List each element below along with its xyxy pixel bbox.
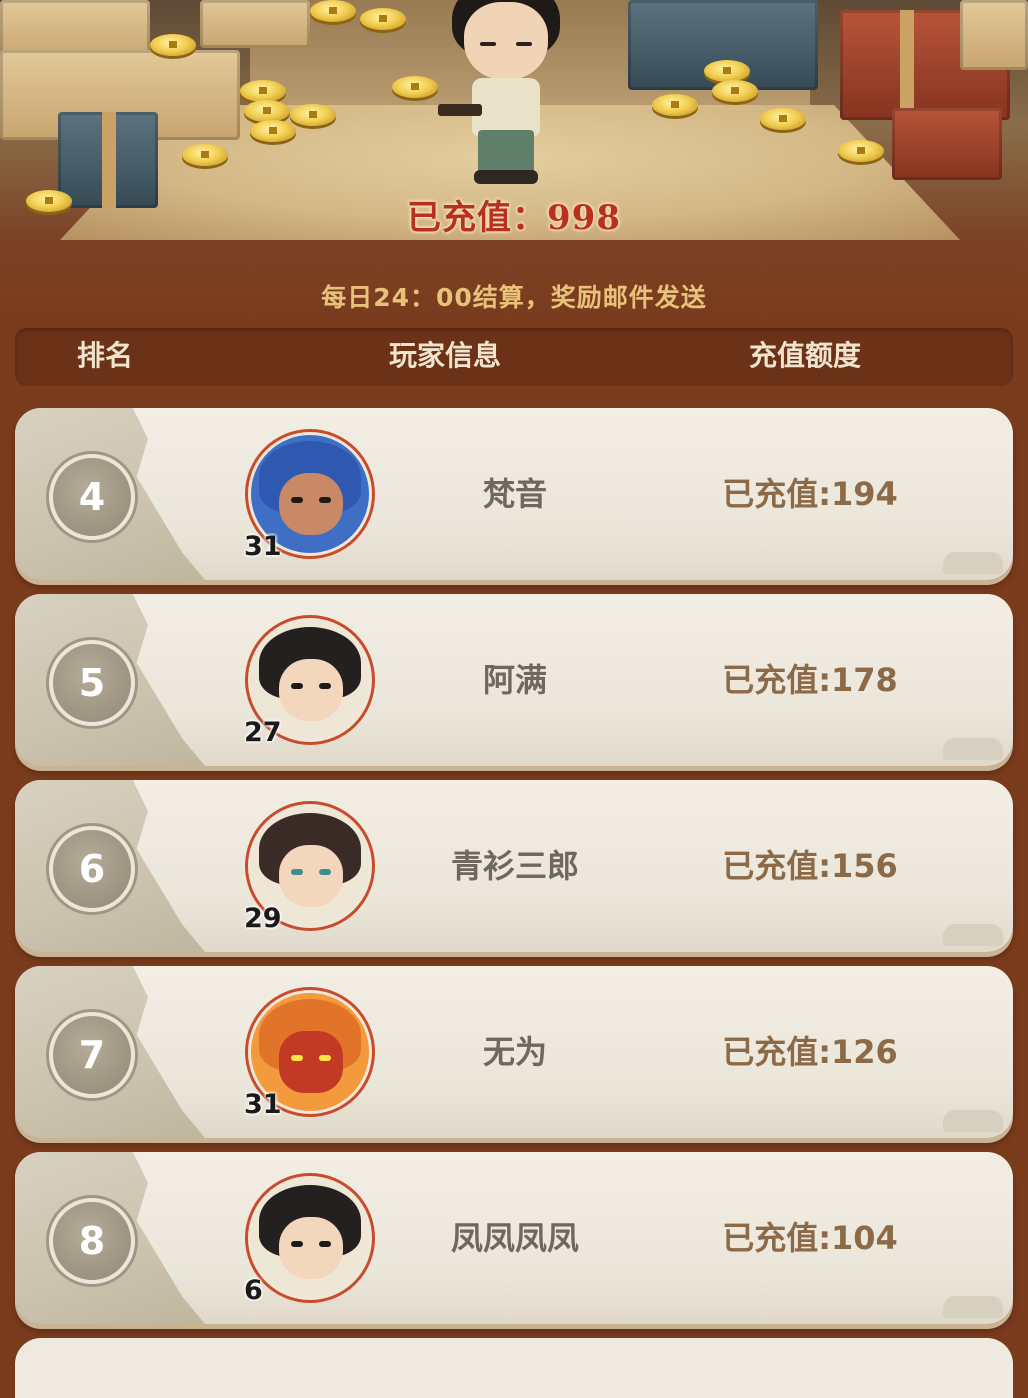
player-avatar[interactable]: 27 (244, 618, 372, 748)
player-recharge-amount: 已充值:126 (722, 1033, 898, 1071)
ranking-row[interactable]: 8 6 凤凤凤凤 已充值:104 (15, 1152, 1013, 1324)
player-recharge-amount: 已充值:156 (722, 847, 898, 885)
gold-coin (250, 120, 296, 142)
avatar-face (279, 845, 343, 907)
player-name: 阿满 (482, 661, 547, 699)
rank-badge: 7 (49, 1012, 135, 1098)
cloud-decoration-icon (943, 1296, 1003, 1318)
gift-box (892, 108, 1002, 180)
avatar-eye (319, 1241, 331, 1247)
rank-badge: 4 (49, 454, 135, 540)
gold-coin (838, 140, 884, 162)
gold-coin (704, 60, 750, 82)
avatar-face (279, 1031, 343, 1093)
character-eye (516, 42, 532, 46)
avatar-eye (291, 1055, 303, 1061)
settlement-note: 每日24：00结算，奖励邮件发送 (321, 283, 707, 312)
gift-box (960, 0, 1028, 70)
header-rank: 排名 (76, 339, 133, 372)
player-level: 27 (244, 717, 282, 748)
avatar-eye (291, 1241, 303, 1247)
player-avatar[interactable]: 31 (244, 432, 372, 562)
ranking-list[interactable]: 4 31 梵音 已充值:194 5 27 阿满 已充值:178 6 29 青衫三… (15, 408, 1013, 1338)
player-level: 29 (244, 903, 282, 934)
player-avatar[interactable]: 31 (244, 990, 372, 1120)
gold-coin (392, 76, 438, 98)
avatar-eye (319, 1055, 331, 1061)
cloud-decoration-icon (943, 552, 1003, 574)
rank-badge: 6 (49, 826, 135, 912)
ranking-row[interactable]: 5 27 阿满 已充值:178 (15, 594, 1013, 766)
rank-badge: 8 (49, 1198, 135, 1284)
player-level: 31 (244, 1089, 282, 1120)
gold-coin (150, 34, 196, 56)
avatar-eye (291, 869, 303, 875)
player-recharge-amount: 已充值:194 (722, 475, 898, 513)
gold-coin (652, 94, 698, 116)
ranking-row-partial[interactable] (15, 1338, 1013, 1398)
avatar-face (279, 659, 343, 721)
character-body (472, 78, 540, 136)
cloud-decoration-icon (943, 924, 1003, 946)
player-avatar[interactable]: 6 (244, 1176, 372, 1306)
player-name: 青衫三郎 (450, 847, 579, 885)
gold-coin (760, 108, 806, 130)
gold-coin (712, 80, 758, 102)
gold-coin (182, 144, 228, 166)
cloud-decoration-icon (943, 738, 1003, 760)
gold-coin (290, 104, 336, 126)
gold-coin (360, 8, 406, 30)
player-name: 无为 (482, 1033, 547, 1071)
gift-ribbon (900, 10, 914, 120)
header-recharge-amount: 充值额度 (748, 339, 861, 372)
shop-scene-background: 已充值：998 每日24：00结算，奖励邮件发送 (0, 0, 1028, 330)
character-face (464, 2, 548, 80)
player-recharge-amount: 已充值:104 (722, 1219, 898, 1257)
gold-coin (310, 0, 356, 22)
ranking-row[interactable]: 7 31 无为 已充值:126 (15, 966, 1013, 1138)
avatar-eye (319, 869, 331, 875)
player-character (438, 0, 566, 190)
player-name: 凤凤凤凤 (450, 1219, 579, 1257)
character-scroll (438, 104, 482, 116)
avatar-face (279, 1217, 343, 1279)
character-eye (480, 42, 496, 46)
rank-badge: 5 (49, 640, 135, 726)
avatar-eye (319, 683, 331, 689)
avatar-portrait (248, 1176, 372, 1300)
character-feet (474, 170, 538, 184)
gold-coin (240, 80, 286, 102)
player-avatar[interactable]: 29 (244, 804, 372, 934)
ranking-table-header: 排名 玩家信息 充值额度 (15, 328, 1013, 386)
player-name: 梵音 (482, 475, 547, 513)
ranking-row[interactable]: 6 29 青衫三郎 已充值:156 (15, 780, 1013, 952)
avatar-eye (291, 683, 303, 689)
avatar-face (279, 473, 343, 535)
header-player-info: 玩家信息 (388, 339, 501, 372)
player-level: 6 (244, 1275, 263, 1306)
ranking-row[interactable]: 4 31 梵音 已充值:194 (15, 408, 1013, 580)
avatar-eye (291, 497, 303, 503)
avatar-eye (319, 497, 331, 503)
player-recharge-amount: 已充值:178 (722, 661, 898, 699)
cloud-decoration-icon (943, 1110, 1003, 1132)
gift-box (200, 0, 310, 48)
my-recharged-total: 已充值：998 (407, 198, 621, 238)
gold-coin (244, 100, 290, 122)
character-legs (478, 130, 534, 174)
player-level: 31 (244, 531, 282, 562)
